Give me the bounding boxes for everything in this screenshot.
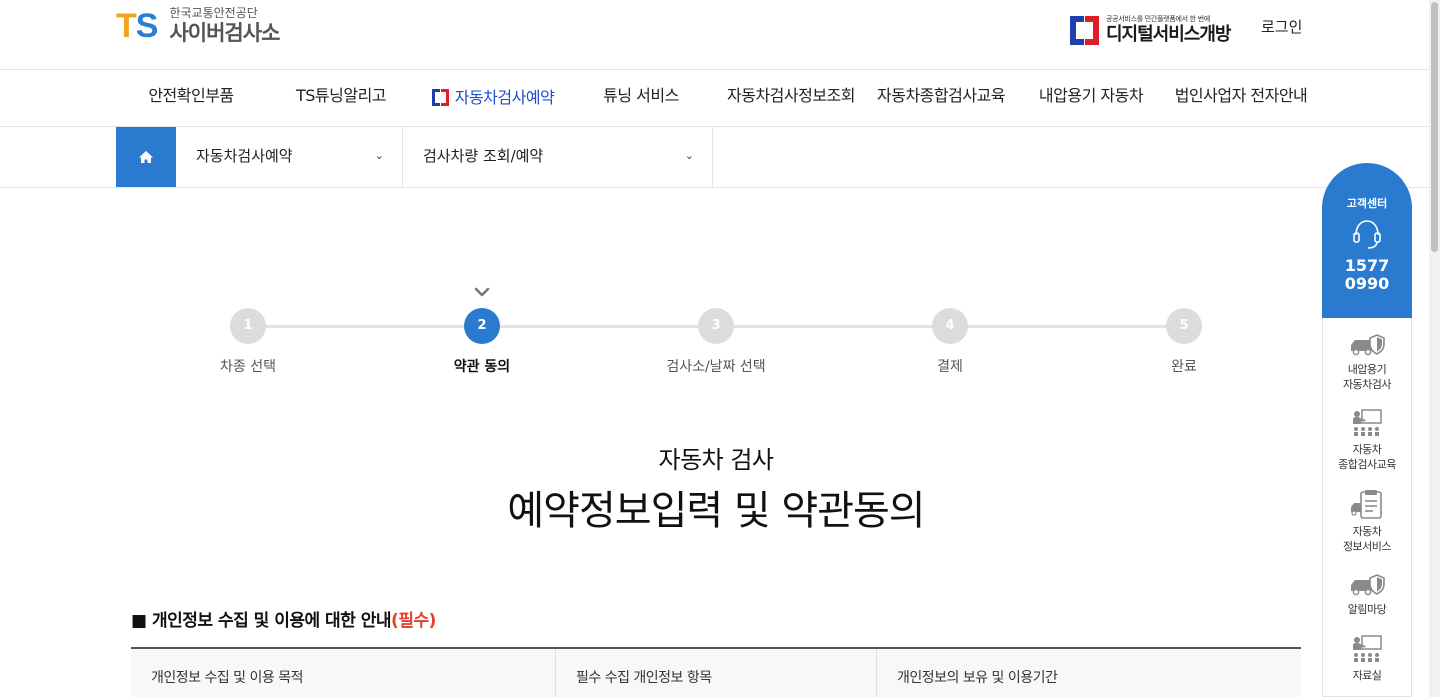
quick-item-info-service[interactable]: 자동차 정보서비스 bbox=[1323, 490, 1411, 554]
page-scrollbar[interactable] bbox=[1429, 0, 1440, 697]
privacy-table-header: 개인정보 수집 및 이용 목적 필수 수집 개인정보 항목 개인정보의 보유 및… bbox=[131, 649, 1301, 697]
quick-item-label: 자료실 bbox=[1352, 669, 1382, 682]
step-label: 약관 동의 bbox=[453, 359, 511, 375]
breadcrumb-home-button[interactable] bbox=[116, 127, 176, 187]
car-shield-icon bbox=[1351, 574, 1385, 596]
classroom-icon bbox=[1353, 409, 1382, 436]
ts-logo-mark: TS bbox=[116, 7, 158, 45]
section-heading-text: 개인정보 수집 및 이용에 대한 안내 bbox=[151, 611, 392, 631]
quick-item-label: 자동차 종합검사교육 bbox=[1338, 443, 1396, 471]
login-link[interactable]: 로그인 bbox=[1261, 16, 1302, 37]
classroom-icon bbox=[1353, 635, 1382, 662]
reservation-steps: 1 차종 선택 2 약관 동의 3 검사소/날짜 선택 4 결제 5 완료 bbox=[0, 280, 1440, 380]
org-name: 한국교통안전공단 bbox=[169, 6, 258, 20]
quick-item-label: 자동차 정보서비스 bbox=[1342, 525, 1392, 553]
step-label: 완료 bbox=[1171, 359, 1197, 375]
step-label: 결제 bbox=[937, 359, 963, 375]
quick-menu-list: 내압용기 자동차검사 자동차 종합검사교육 자동차 정보서비스 알림마당 자료실 bbox=[1322, 318, 1412, 697]
quick-item-label: 알림마당 bbox=[1347, 603, 1387, 616]
column-header-items: 필수 수집 개인정보 항목 bbox=[556, 649, 877, 697]
required-marker: (필수) bbox=[391, 611, 436, 631]
car-shield-icon bbox=[1351, 334, 1385, 356]
step-number: 1 bbox=[230, 308, 266, 344]
site-header: TS 한국교통안전공단 사이버검사소 공공서비스를 민간플랫폼에서 한 번에 디… bbox=[0, 0, 1440, 70]
nav-item-ts-tuning[interactable]: TS튜닝알리고 bbox=[281, 70, 401, 126]
step-2: 2 약관 동의 bbox=[402, 308, 562, 376]
nav-item-pressure-vessel[interactable]: 내압용기 자동차 bbox=[1031, 70, 1151, 126]
digital-banner-main: 디지털서비스개방 bbox=[1106, 24, 1231, 45]
breadcrumb-level2-select[interactable]: 검사차량 조회/예약 ⌄ bbox=[403, 127, 713, 187]
privacy-section-heading: ■ 개인정보 수집 및 이용에 대한 안내(필수) bbox=[131, 606, 436, 631]
step-number: 4 bbox=[932, 308, 968, 344]
step-number: 3 bbox=[698, 308, 734, 344]
digital-service-logo-icon bbox=[1070, 15, 1099, 45]
quick-item-education[interactable]: 자동차 종합검사교육 bbox=[1323, 408, 1411, 472]
main-nav: 안전확인부품 TS튜닝알리고 자동차검사예약 튜닝 서비스 자동차검사정보조회 … bbox=[0, 70, 1440, 127]
quick-item-notice[interactable]: 알림마당 bbox=[1323, 572, 1411, 617]
step-1: 1 차종 선택 bbox=[168, 308, 328, 376]
document-icon bbox=[1351, 490, 1382, 519]
step-5: 5 완료 bbox=[1104, 308, 1264, 376]
breadcrumb-level1-label: 자동차검사예약 bbox=[196, 147, 293, 165]
nav-item-corporate-notice[interactable]: 법인사업자 전자안내 bbox=[1172, 70, 1310, 126]
site-name: 사이버검사소 bbox=[169, 21, 280, 45]
nav-active-marker-icon bbox=[431, 89, 449, 106]
step-4: 4 결제 bbox=[870, 308, 1030, 376]
current-step-check-icon bbox=[474, 287, 490, 297]
site-logo[interactable]: TS 한국교통안전공단 사이버검사소 bbox=[116, 6, 280, 46]
breadcrumb: 자동차검사예약 ⌄ 검사차량 조회/예약 ⌄ bbox=[0, 127, 1440, 188]
step-label: 검사소/날짜 선택 bbox=[666, 359, 766, 375]
customer-center-label: 고객센터 bbox=[1346, 197, 1388, 210]
customer-center-phone: 1577 0990 bbox=[1344, 256, 1390, 293]
chevron-down-icon: ⌄ bbox=[684, 149, 694, 162]
page-subtitle: 자동차 검사 bbox=[658, 446, 774, 474]
step-3: 3 검사소/날짜 선택 bbox=[636, 308, 796, 376]
scrollbar-thumb[interactable] bbox=[1431, 2, 1438, 252]
column-header-retention: 개인정보의 보유 및 이용기간 bbox=[897, 670, 1058, 686]
digital-banner-sub: 공공서비스를 민간플랫폼에서 한 번에 bbox=[1106, 15, 1211, 23]
column-header-purpose: 개인정보 수집 및 이용 목적 bbox=[131, 649, 556, 697]
quick-item-label: 내압용기 자동차검사 bbox=[1342, 363, 1392, 391]
nav-item-label: 자동차검사예약 bbox=[454, 88, 555, 107]
quick-item-archive[interactable]: 자료실 bbox=[1323, 634, 1411, 683]
home-icon bbox=[139, 151, 153, 163]
nav-item-inspection-info[interactable]: 자동차검사정보조회 bbox=[725, 70, 857, 126]
page-title: 예약정보입력 및 약관동의 bbox=[507, 488, 925, 534]
nav-item-tuning-service[interactable]: 튜닝 서비스 bbox=[581, 70, 701, 126]
headset-icon bbox=[1353, 220, 1381, 249]
chevron-down-icon: ⌄ bbox=[374, 149, 384, 162]
nav-item-safety-parts[interactable]: 안전확인부품 bbox=[131, 70, 251, 126]
nav-item-inspection-education[interactable]: 자동차종합검사교육 bbox=[875, 70, 1007, 126]
section-bullet: ■ bbox=[131, 611, 147, 631]
step-label: 차종 선택 bbox=[220, 359, 276, 375]
breadcrumb-level2-label: 검사차량 조회/예약 bbox=[423, 147, 544, 165]
customer-center-button[interactable]: 고객센터 1577 0990 bbox=[1322, 163, 1412, 318]
step-number: 2 bbox=[464, 308, 500, 344]
breadcrumb-level1-select[interactable]: 자동차검사예약 ⌄ bbox=[176, 127, 403, 187]
quick-menu: 고객센터 1577 0990 내압용기 자동차검사 자동차 종합검사교육 자동차… bbox=[1322, 163, 1412, 697]
nav-item-inspection-reservation[interactable]: 자동차검사예약 bbox=[426, 70, 560, 126]
digital-service-banner[interactable]: 공공서비스를 민간플랫폼에서 한 번에 디지털서비스개방 bbox=[1070, 14, 1231, 46]
step-number: 5 bbox=[1166, 308, 1202, 344]
quick-item-pressure-vessel[interactable]: 내압용기 자동차검사 bbox=[1323, 332, 1411, 392]
